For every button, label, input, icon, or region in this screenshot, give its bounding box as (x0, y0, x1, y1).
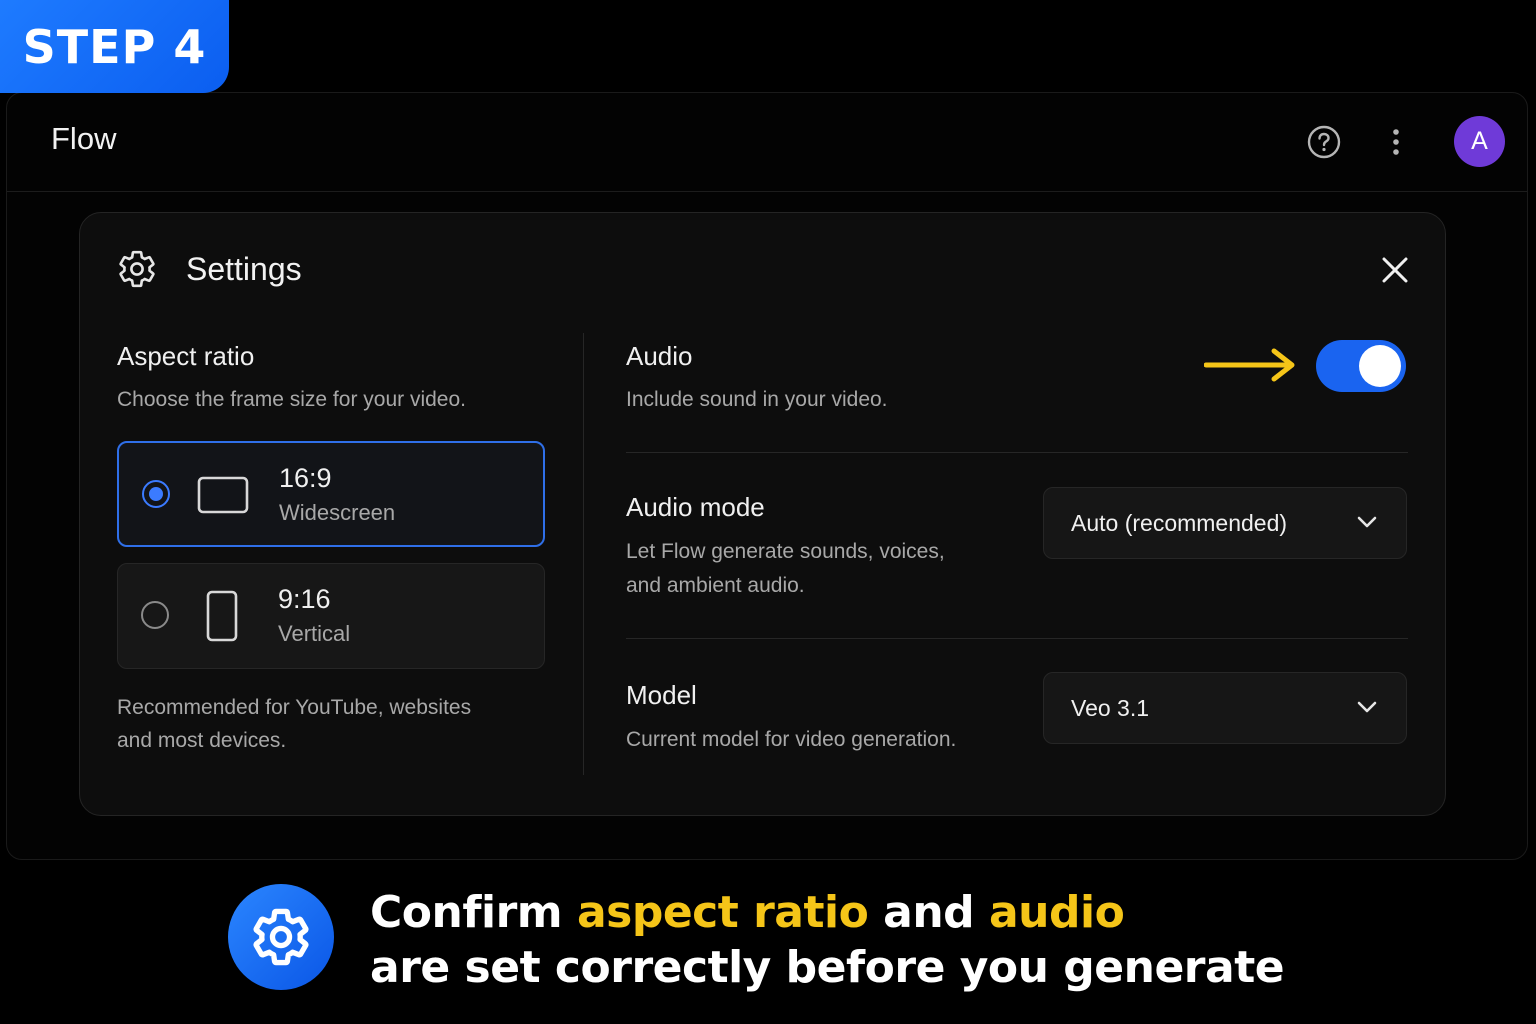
audio-mode-description-line1: Let Flow generate sounds, voices, (626, 540, 945, 563)
more-vertical-icon[interactable] (1383, 125, 1409, 159)
model-title: Model (626, 680, 697, 710)
toggle-knob (1359, 345, 1401, 387)
audio-mode-title: Audio mode (626, 492, 765, 522)
audio-mode-selected: Auto (recommended) (1071, 510, 1288, 536)
row-divider (626, 638, 1408, 639)
help-icon[interactable] (1307, 125, 1341, 159)
close-button[interactable] (1376, 251, 1414, 289)
aspect-ratio-note-line2: and most devices. (117, 729, 287, 752)
caption-line2: are set correctly before you generate (370, 942, 1285, 993)
ratio-option-widescreen[interactable]: 16:9 Widescreen (117, 441, 545, 547)
aspect-ratio-description: Choose the frame size for your video. (117, 388, 467, 411)
audio-mode-description-line2: and ambient audio. (626, 574, 805, 597)
audio-toggle[interactable] (1316, 340, 1406, 392)
aspect-ratio-title: Aspect ratio (117, 341, 255, 371)
ratio-name: Vertical (278, 621, 351, 646)
model-description: Current model for video generation. (626, 728, 957, 751)
avatar[interactable]: A (1454, 116, 1505, 167)
settings-panel: Settings Aspect ratio Choose the frame s… (79, 212, 1446, 816)
caption-part2: and (868, 887, 989, 938)
caption-highlight-aspect-ratio: aspect ratio (576, 887, 869, 938)
radio-unselected[interactable] (141, 601, 169, 629)
caption-line1: Confirm aspect ratio and audio (370, 885, 1284, 940)
widescreen-frame-icon (197, 476, 249, 519)
app-title: Flow (51, 121, 117, 156)
caption-part1: Confirm (370, 887, 577, 938)
row-divider (626, 452, 1408, 453)
radio-selected[interactable] (142, 480, 170, 508)
chevron-down-icon (1356, 699, 1378, 715)
caption-text: Confirm aspect ratio and audio are set c… (370, 885, 1285, 995)
top-bar: Flow A (7, 93, 1527, 192)
audio-description: Include sound in your video. (626, 388, 888, 411)
aspect-ratio-note-line1: Recommended for YouTube, websites (117, 696, 472, 719)
caption-highlight-audio: audio (988, 887, 1125, 938)
model-selected: Veo 3.1 (1071, 695, 1150, 721)
settings-title: Settings (186, 251, 302, 287)
vertical-frame-icon (206, 590, 238, 647)
ratio-value: 9:16 (278, 584, 331, 614)
ratio-option-vertical[interactable]: 9:16 Vertical (117, 563, 545, 669)
audio-title: Audio (626, 341, 693, 371)
caption-gear-icon (228, 884, 334, 990)
ratio-name: Widescreen (279, 500, 396, 525)
arrow-right-icon (1203, 347, 1300, 383)
chevron-down-icon (1356, 514, 1378, 530)
step-badge: STEP 4 (0, 0, 229, 93)
audio-mode-dropdown[interactable]: Auto (recommended) (1043, 487, 1407, 559)
column-divider (583, 333, 584, 775)
gear-icon (116, 248, 158, 290)
model-dropdown[interactable]: Veo 3.1 (1043, 672, 1407, 744)
ratio-value: 16:9 (279, 463, 332, 493)
close-icon (1382, 257, 1408, 283)
app-window: Flow A Settings Aspect ratio Choose the … (6, 92, 1528, 860)
